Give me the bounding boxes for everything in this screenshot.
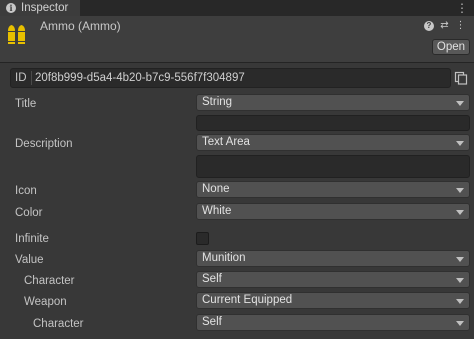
- chevron-down-icon: [456, 278, 464, 283]
- infinite-label: Infinite: [15, 233, 49, 245]
- description-label: Description: [15, 138, 73, 150]
- id-label: ID: [15, 72, 27, 84]
- title-type-value: String: [202, 96, 233, 108]
- title-type-dropdown[interactable]: String: [196, 94, 470, 111]
- chevron-down-icon: [456, 257, 464, 262]
- title-input[interactable]: [196, 115, 470, 131]
- id-value[interactable]: 20f8b999-d5a4-4b20-b7c9-556f7f304897: [35, 72, 245, 84]
- value-dropdown[interactable]: Munition: [196, 250, 470, 267]
- chevron-down-icon: [456, 101, 464, 106]
- character-dropdown[interactable]: Self: [196, 271, 470, 288]
- help-icon[interactable]: ?: [424, 20, 434, 31]
- id-separator: [31, 71, 32, 85]
- description-type-value: Text Area: [202, 136, 250, 148]
- tab-inspector[interactable]: i Inspector: [0, 0, 80, 16]
- inspector-header: Ammo (Ammo) ? ⇄ ⋮ Open: [0, 16, 474, 62]
- id-field[interactable]: ID 20f8b999-d5a4-4b20-b7c9-556f7f304897: [10, 68, 451, 88]
- description-textarea[interactable]: [196, 155, 470, 178]
- tab-inspector-label: Inspector: [21, 2, 69, 14]
- preset-icon[interactable]: ⇄: [439, 20, 450, 31]
- chevron-down-icon: [456, 299, 464, 304]
- color-label: Color: [15, 207, 43, 219]
- chevron-down-icon: [456, 321, 464, 326]
- weapon-character-value: Self: [202, 316, 222, 328]
- icon-value: None: [202, 183, 230, 195]
- weapon-character-label: Character: [33, 318, 84, 330]
- color-dropdown[interactable]: White: [196, 203, 470, 220]
- open-button[interactable]: Open: [432, 39, 470, 55]
- copy-icon[interactable]: [454, 71, 468, 85]
- info-icon: i: [6, 3, 16, 13]
- tab-bar: i Inspector ⋮: [0, 0, 474, 16]
- header-divider: [0, 62, 474, 63]
- weapon-label: Weapon: [24, 296, 67, 308]
- more-options-icon[interactable]: ⋮: [456, 1, 468, 15]
- character-label: Character: [24, 275, 75, 287]
- title-label: Title: [15, 98, 37, 110]
- ammo-icon: [6, 23, 28, 45]
- weapon-dropdown[interactable]: Current Equipped: [196, 292, 470, 309]
- infinite-checkbox[interactable]: [196, 232, 209, 245]
- asset-title: Ammo (Ammo): [40, 19, 121, 33]
- id-row: ID 20f8b999-d5a4-4b20-b7c9-556f7f304897: [10, 68, 470, 88]
- weapon-value: Current Equipped: [202, 294, 293, 306]
- weapon-character-dropdown[interactable]: Self: [196, 314, 470, 331]
- more-icon[interactable]: ⋮: [455, 20, 466, 31]
- value-value: Munition: [202, 252, 246, 264]
- value-label: Value: [15, 254, 44, 266]
- icon-dropdown[interactable]: None: [196, 181, 470, 198]
- icon-label: Icon: [15, 185, 37, 197]
- chevron-down-icon: [456, 210, 464, 215]
- color-value: White: [202, 205, 232, 217]
- chevron-down-icon: [456, 141, 464, 146]
- character-value: Self: [202, 273, 222, 285]
- description-type-dropdown[interactable]: Text Area: [196, 134, 470, 151]
- chevron-down-icon: [456, 188, 464, 193]
